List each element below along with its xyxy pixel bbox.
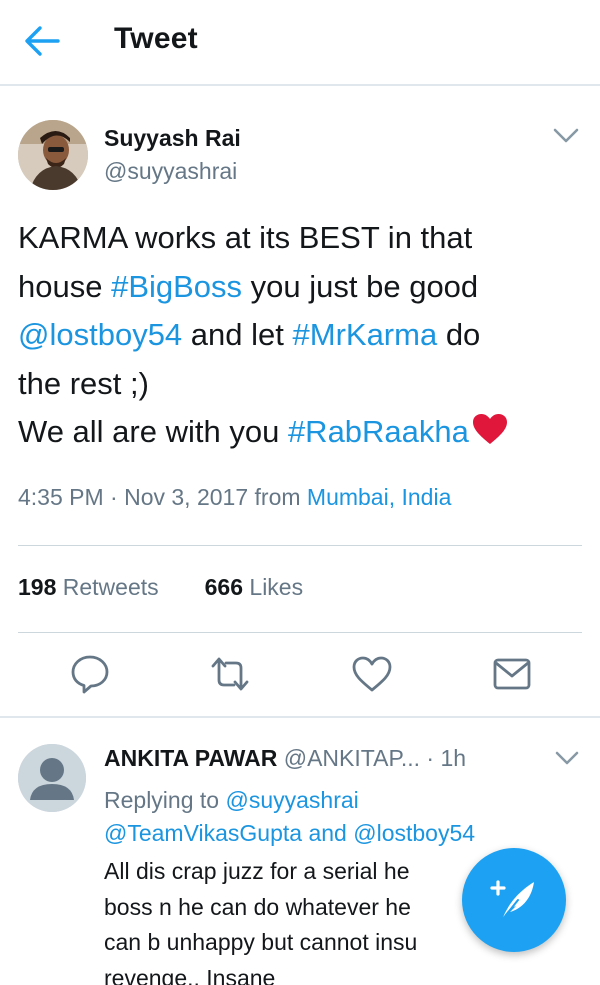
divider: [18, 545, 582, 546]
location-link[interactable]: Mumbai, India: [307, 484, 451, 510]
chevron-down-icon[interactable]: [554, 750, 580, 768]
direct-message-icon[interactable]: [490, 652, 534, 696]
tweet-actions: [0, 652, 600, 702]
author-name[interactable]: Suyyash Rai: [104, 125, 241, 152]
retweet-icon[interactable]: [208, 652, 252, 696]
red-heart-emoji-icon: [472, 414, 507, 444]
mention-link[interactable]: @TeamVikasGupta: [104, 820, 302, 846]
reply-icon[interactable]: [68, 652, 112, 696]
chevron-down-icon[interactable]: [552, 126, 580, 146]
mention-link[interactable]: @suyyashrai: [225, 787, 358, 813]
avatar[interactable]: [18, 120, 88, 190]
back-arrow-icon[interactable]: [22, 24, 62, 58]
section-separator: [0, 716, 600, 718]
hashtag-link[interactable]: #BigBoss: [111, 269, 242, 304]
page-title: Tweet: [114, 22, 198, 55]
reply-time: · 1h: [426, 745, 467, 771]
like-icon[interactable]: [350, 652, 394, 696]
mention-link[interactable]: @lostboy54: [353, 820, 475, 846]
reply-header: ANKITA PAWAR @ANKITAP... · 1h: [104, 745, 466, 772]
tweet-timestamp: 4:35 PM · Nov 3, 2017 from Mumbai, India: [18, 484, 452, 510]
tweet-stats: 198 Retweets 666 Likes: [18, 574, 303, 601]
hashtag-link[interactable]: #RabRaakha: [288, 414, 469, 449]
hashtag-link[interactable]: #MrKarma: [293, 317, 438, 352]
reply-avatar[interactable]: [18, 744, 86, 812]
compose-tweet-button[interactable]: [462, 848, 566, 952]
replying-to: Replying to @suyyashrai @TeamVikasGupta …: [104, 787, 476, 846]
mention-link[interactable]: @lostboy54: [18, 317, 182, 352]
divider: [18, 632, 582, 633]
top-bar: Tweet: [0, 0, 600, 86]
tweet-text: KARMA works at its BEST in that house #B…: [18, 214, 584, 457]
likes-stat[interactable]: 666 Likes: [205, 574, 303, 600]
reply-author-name[interactable]: ANKITA PAWAR: [104, 745, 277, 771]
reply-author-handle[interactable]: @ANKITAP...: [284, 745, 420, 771]
author-handle[interactable]: @suyyashrai: [104, 158, 237, 185]
compose-feather-icon: [490, 880, 534, 921]
retweets-stat[interactable]: 198 Retweets: [18, 574, 159, 600]
